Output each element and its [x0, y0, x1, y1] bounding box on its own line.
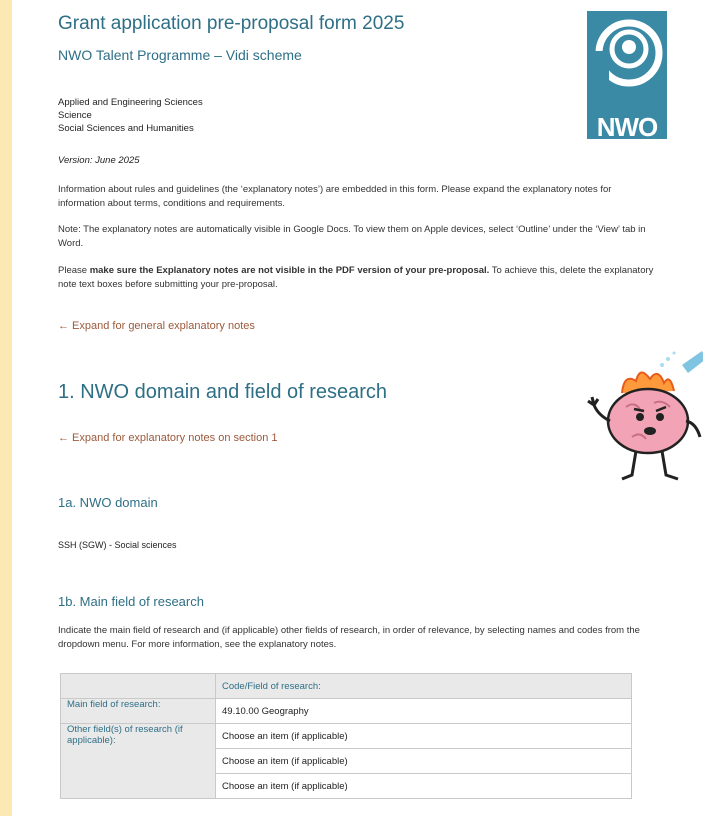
section-1b-heading: 1b. Main field of research — [58, 594, 204, 609]
document-page: Grant application pre-proposal form 2025… — [12, 0, 703, 816]
document-title: Grant application pre-proposal form 2025 — [58, 13, 405, 34]
domain-item: Science — [58, 110, 92, 121]
info-paragraph: Information about rules and guidelines (… — [58, 184, 612, 209]
note-paragraph: Note: The explanatory notes are automati… — [58, 224, 646, 249]
logo-text: NWO — [596, 112, 659, 139]
table-row: Code/Field of research: — [60, 673, 632, 699]
other-field-dropdown[interactable]: Choose an item (if applicable) — [215, 723, 632, 749]
domain-list: Applied and Engineering Sciences Science… — [58, 96, 203, 135]
other-field-dropdown[interactable]: Choose an item (if applicable) — [215, 773, 632, 799]
nwo-domain-value[interactable]: SSH (SGW) - Social sciences — [58, 540, 177, 550]
fields-of-research-table: Code/Field of research: Main field of re… — [60, 673, 632, 799]
other-fields-label: Other field(s) of research (if applicabl… — [60, 723, 216, 799]
table-header-cell: Code/Field of research: — [215, 673, 632, 699]
pdf-paragraph-bold: make sure the Explanatory notes are not … — [89, 265, 490, 276]
table-row: Other field(s) of research (if applicabl… — [60, 723, 632, 799]
nwo-logo: NWO — [587, 11, 667, 139]
section-1-notes-expander[interactable]: ← Expand for explanatory notes on sectio… — [58, 432, 278, 444]
other-field-dropdown[interactable]: Choose an item (if applicable) — [215, 748, 632, 774]
section-1a-heading: 1a. NWO domain — [58, 495, 158, 510]
main-field-value[interactable]: 49.10.00 Geography — [215, 698, 632, 724]
version-label: Version: June 2025 — [58, 155, 140, 166]
table-corner-cell — [60, 673, 216, 699]
domain-item: Applied and Engineering Sciences — [58, 97, 203, 108]
main-field-label: Main field of research: — [60, 698, 216, 724]
pdf-paragraph-prefix: Please — [58, 265, 90, 276]
table-row: Main field of research: 49.10.00 Geograp… — [60, 698, 632, 724]
brain-illustration-icon — [587, 351, 703, 481]
domain-item: Social Sciences and Humanities — [58, 123, 194, 134]
pdf-paragraph: Please make sure the Explanatory notes a… — [58, 264, 658, 291]
general-notes-expander[interactable]: ← Expand for general explanatory notes — [58, 320, 255, 332]
swirl-icon — [587, 19, 663, 111]
document-subtitle: NWO Talent Programme – Vidi scheme — [58, 47, 302, 63]
field-of-research-paragraph: Indicate the main field of research and … — [58, 625, 640, 650]
section-1-heading: 1. NWO domain and field of research — [58, 381, 388, 403]
